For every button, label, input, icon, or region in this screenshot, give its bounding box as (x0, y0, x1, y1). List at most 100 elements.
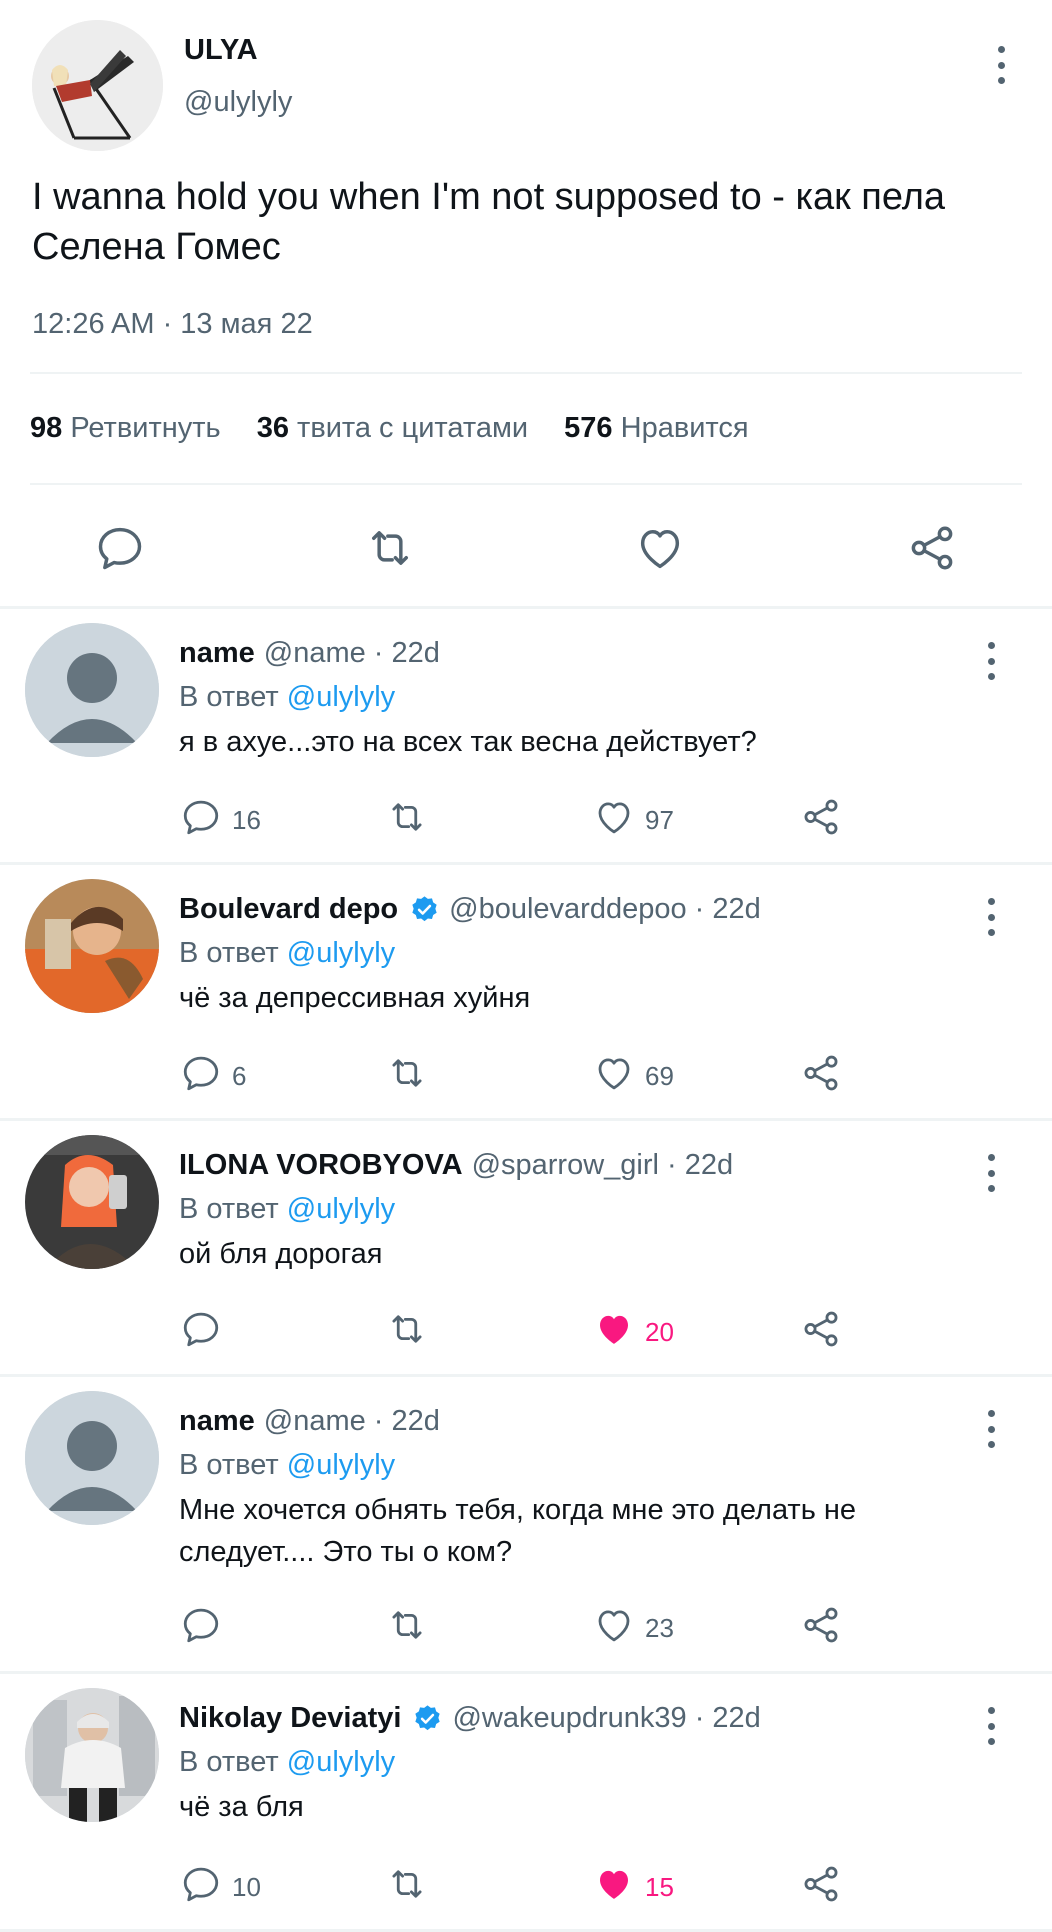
reply-handle-time[interactable]: @wakeupdrunk39 · 22d (452, 1702, 760, 1735)
heart-icon (593, 1052, 635, 1101)
reply-author-name[interactable]: Nikolay Deviatyi (179, 1702, 401, 1735)
like-icon[interactable] (634, 522, 686, 574)
reply-to-mention[interactable]: @ulylyly (287, 1193, 395, 1225)
retweets-stat[interactable]: 98 Ретвитнуть (30, 412, 221, 444)
retweet-icon (386, 796, 428, 845)
retweet-button[interactable] (386, 795, 428, 845)
tweet-actions (0, 510, 1052, 580)
share-icon (800, 1052, 842, 1101)
avatar[interactable] (25, 623, 159, 757)
likes-label: Нравится (620, 412, 749, 444)
verified-badge-icon (412, 1703, 443, 1734)
reply-text: Мне хочется обнять тебя, когда мне это д… (179, 1494, 857, 1568)
reply-author-name[interactable]: name (179, 637, 255, 670)
like-count: 97 (645, 804, 674, 835)
avatar[interactable] (25, 1688, 159, 1822)
share-button[interactable] (800, 1307, 842, 1357)
share-button[interactable] (800, 795, 842, 845)
more-options-icon[interactable] (985, 1410, 997, 1448)
reply-icon (180, 1604, 222, 1653)
like-count: 69 (645, 1060, 674, 1091)
more-options-icon[interactable] (985, 1154, 997, 1192)
retweet-button[interactable] (386, 1307, 428, 1357)
reply-to-mention[interactable]: @ulylyly (287, 1746, 395, 1778)
retweet-icon (386, 1052, 428, 1101)
reply-context: В ответ @ulylyly (179, 937, 395, 970)
reply-to-mention[interactable]: @ulylyly (287, 681, 395, 713)
reply-author-name[interactable]: name (179, 1405, 255, 1438)
reply-to-mention[interactable]: @ulylyly (287, 937, 395, 969)
reply-to-label: В ответ (179, 1449, 279, 1481)
retweet-button[interactable] (386, 1862, 428, 1912)
reply-header: name @name · 22d (179, 1405, 440, 1438)
avatar[interactable] (25, 879, 159, 1013)
heart-filled-icon (593, 1308, 635, 1357)
more-options-icon[interactable] (985, 898, 997, 936)
like-count: 20 (645, 1316, 674, 1347)
reply-handle-time[interactable]: @sparrow_girl · 22d (472, 1149, 734, 1182)
author-avatar[interactable] (32, 20, 163, 151)
reply-actions: 20 (0, 1307, 1052, 1357)
retweets-label: Ретвитнуть (70, 412, 221, 444)
reply-button[interactable]: 6 (180, 1051, 246, 1101)
retweet-button[interactable] (386, 1051, 428, 1101)
reply-header: name @name · 22d (179, 637, 440, 670)
share-icon (800, 1308, 842, 1357)
likes-stat[interactable]: 576 Нравится (564, 412, 748, 444)
reply-button[interactable] (180, 1307, 232, 1357)
reply-author-name[interactable]: Boulevard depo (179, 893, 398, 926)
reply-to-mention[interactable]: @ulylyly (287, 1449, 395, 1481)
reply-tweet[interactable]: name @name · 22d В ответ @ulylyly я в ахуе.… (0, 609, 1052, 865)
like-button[interactable]: 20 (593, 1307, 674, 1357)
avatar[interactable] (25, 1135, 159, 1269)
quotes-label: твита с цитатами (297, 412, 529, 444)
reply-tweet[interactable]: Boulevard depo @boulevarddepoo · 22d В отв… (0, 865, 1052, 1121)
reply-button[interactable] (180, 1603, 232, 1653)
reply-context: В ответ @ulylyly (179, 681, 395, 714)
more-options-icon[interactable] (995, 46, 1007, 84)
reply-author-name[interactable]: ILONA VOROBYOVA (179, 1149, 463, 1182)
like-button[interactable]: 15 (593, 1862, 674, 1912)
tweet-timestamp[interactable]: 12:26 AM · 13 мая 22 (32, 308, 313, 341)
like-count: 15 (645, 1871, 674, 1902)
reply-tweet[interactable]: Nikolay Deviatyi @wakeupdrunk39 · 22d В от… (0, 1674, 1052, 1932)
reply-button[interactable]: 16 (180, 795, 261, 845)
reply-tweet[interactable]: ILONA VOROBYOVA @sparrow_girl · 22d В отве… (0, 1121, 1052, 1377)
share-icon (800, 1604, 842, 1653)
reply-text: чё за депрессивная хуйня (179, 982, 531, 1014)
tweet-text: I wanna hold you when I'm not supposed t… (32, 176, 946, 268)
reply-actions: 10 15 (0, 1862, 1052, 1912)
like-button[interactable]: 69 (593, 1051, 674, 1101)
retweet-icon[interactable] (364, 522, 416, 574)
reply-handle-time[interactable]: @name · 22d (264, 637, 440, 670)
reply-header: Boulevard depo @boulevarddepoo · 22d (179, 893, 761, 926)
more-options-icon[interactable] (985, 1707, 997, 1745)
share-icon[interactable] (906, 522, 958, 574)
author-handle[interactable]: @ulylyly (184, 86, 292, 119)
more-options-icon[interactable] (985, 642, 997, 680)
reply-icon[interactable] (94, 522, 146, 574)
reply-handle-time[interactable]: @name · 22d (264, 1405, 440, 1438)
like-button[interactable]: 23 (593, 1603, 674, 1653)
reply-handle-time[interactable]: @boulevarddepoo · 22d (449, 893, 761, 926)
reply-actions: 23 (0, 1603, 1052, 1653)
reply-tweet[interactable]: name @name · 22d В ответ @ulylyly Мне хочет… (0, 1377, 1052, 1674)
retweet-icon (386, 1604, 428, 1653)
reply-count: 10 (232, 1871, 261, 1902)
heart-icon (593, 1604, 635, 1653)
author-name[interactable]: ULYA (184, 34, 258, 67)
quotes-stat[interactable]: 36 твита с цитатами (257, 412, 528, 444)
share-button[interactable] (800, 1862, 842, 1912)
avatar[interactable] (25, 1391, 159, 1525)
divider (30, 483, 1022, 485)
main-tweet: ULYA @ulylyly I wanna hold you when I'm … (0, 0, 1052, 609)
reply-to-label: В ответ (179, 937, 279, 969)
reply-icon (180, 796, 222, 845)
reply-icon (180, 1863, 222, 1912)
share-button[interactable] (800, 1603, 842, 1653)
share-button[interactable] (800, 1051, 842, 1101)
retweet-button[interactable] (386, 1603, 428, 1653)
reply-button[interactable]: 10 (180, 1862, 261, 1912)
like-button[interactable]: 97 (593, 795, 674, 845)
retweet-icon (386, 1308, 428, 1357)
